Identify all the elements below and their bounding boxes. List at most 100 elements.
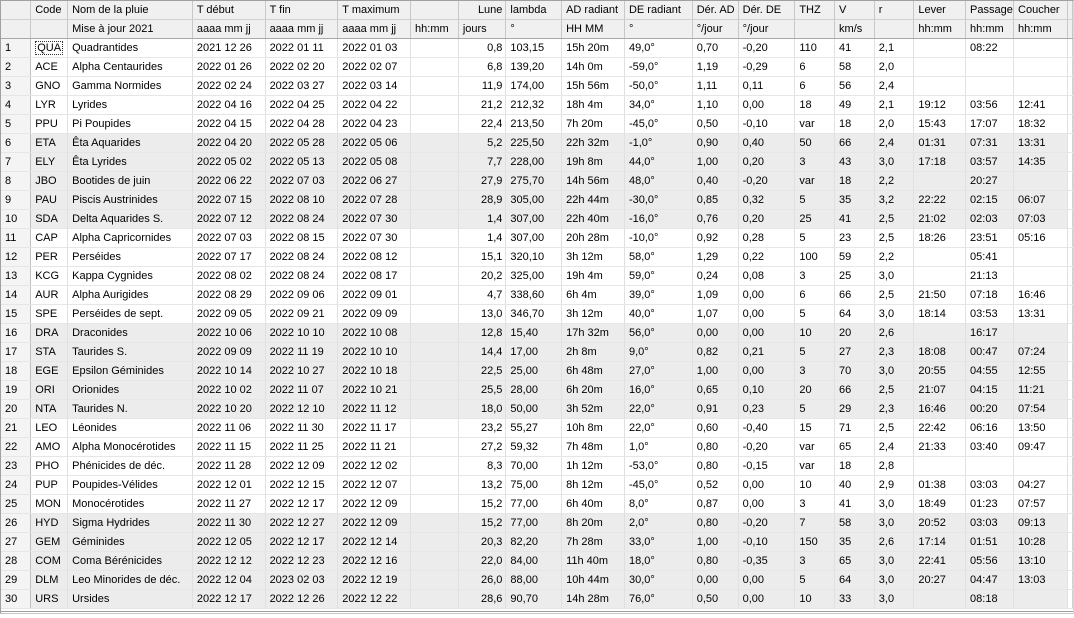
table-cell[interactable]: 2022 11 07 (265, 380, 339, 400)
table-cell[interactable]: 33,0° (624, 532, 693, 552)
table-cell[interactable]: -16,0° (624, 209, 693, 229)
table-cell[interactable]: 18:32 (1013, 114, 1068, 134)
table-cell[interactable]: Géminides (67, 532, 193, 552)
table-cell[interactable] (410, 494, 459, 514)
table-cell[interactable]: 2022 10 08 (337, 323, 412, 343)
column-header[interactable]: Dér. AD (692, 1, 739, 20)
column-header[interactable]: DE radiant (624, 1, 693, 20)
table-cell[interactable]: -10,0° (624, 228, 693, 248)
table-cell[interactable]: 03:03 (965, 513, 1015, 533)
table-cell[interactable] (965, 57, 1015, 77)
table-cell[interactable] (410, 532, 459, 552)
table-cell[interactable]: ELY (30, 152, 69, 172)
table-cell[interactable]: -0,10 (738, 532, 796, 552)
table-cell[interactable]: 2022 10 10 (265, 323, 339, 343)
table-cell[interactable]: 0,00 (738, 285, 796, 305)
table-cell[interactable]: 03:03 (965, 475, 1015, 495)
table-cell[interactable]: 2022 05 13 (265, 152, 339, 172)
table-cell[interactable]: 325,00 (505, 266, 563, 286)
table-cell[interactable]: 16:46 (913, 399, 967, 419)
table-cell[interactable]: Taurides S. (67, 342, 193, 362)
table-cell[interactable]: -50,0° (624, 76, 693, 96)
table-cell[interactable]: 18,0 (458, 399, 507, 419)
table-cell[interactable]: 01:38 (913, 475, 967, 495)
table-cell[interactable]: Sigma Hydrides (67, 513, 193, 533)
table-cell[interactable]: 35 (834, 532, 875, 552)
table-cell[interactable]: 10h 44m (561, 570, 625, 590)
table-cell[interactable]: 3 (794, 494, 836, 514)
table-cell[interactable]: 3h 52m (561, 399, 625, 419)
table-cell[interactable]: 2022 02 24 (192, 76, 266, 96)
table-cell[interactable]: 15,1 (458, 247, 507, 267)
table-cell[interactable]: 7h 28m (561, 532, 625, 552)
table-cell[interactable]: 13:31 (1013, 133, 1068, 153)
table-cell[interactable]: 9,0° (624, 342, 693, 362)
table-cell[interactable]: 228,00 (505, 152, 563, 172)
table-cell[interactable]: 2,3 (874, 399, 915, 419)
table-cell[interactable]: 15:43 (913, 114, 967, 134)
table-row[interactable]: 17 STA Taurides S. 2022 09 09 2022 11 19 2022… (1, 342, 1073, 362)
table-cell[interactable]: 2,5 (874, 380, 915, 400)
table-cell[interactable]: 2022 10 20 (192, 399, 266, 419)
table-cell[interactable]: 2022 12 09 (265, 456, 339, 476)
table-cell[interactable]: 2022 03 27 (265, 76, 339, 96)
table-cell[interactable]: 0,10 (738, 380, 796, 400)
table-cell[interactable]: 6 (794, 57, 836, 77)
table-cell[interactable]: 18:26 (913, 228, 967, 248)
table-cell[interactable]: 18 (834, 456, 875, 476)
table-cell[interactable]: LEO (30, 418, 69, 438)
table-cell[interactable]: 82,20 (505, 532, 563, 552)
table-cell[interactable]: 39,0° (624, 285, 693, 305)
table-cell[interactable]: 20:27 (965, 171, 1015, 191)
table-cell[interactable]: 23:51 (965, 228, 1015, 248)
table-cell[interactable]: 5 (794, 190, 836, 210)
table-cell[interactable]: 1,4 (458, 228, 507, 248)
table-cell[interactable]: 07:31 (965, 133, 1015, 153)
table-cell[interactable]: 11,9 (458, 76, 507, 96)
table-cell[interactable] (1013, 38, 1068, 58)
table-cell[interactable]: 12:41 (1013, 95, 1068, 115)
table-cell[interactable]: 05:16 (1013, 228, 1068, 248)
table-cell[interactable]: Epsilon Géminides (67, 361, 193, 381)
table-cell[interactable]: 0,21 (738, 342, 796, 362)
table-cell[interactable]: 07:57 (1013, 494, 1068, 514)
column-header[interactable]: V (834, 1, 875, 20)
table-cell[interactable]: 0,00 (692, 323, 739, 343)
table-cell[interactable]: COM (30, 551, 69, 571)
table-cell[interactable]: PHO (30, 456, 69, 476)
table-cell[interactable] (410, 152, 459, 172)
table-cell[interactable]: STA (30, 342, 69, 362)
table-cell[interactable]: 1,00 (692, 532, 739, 552)
table-row[interactable]: 21 LEO Léonides 2022 11 06 2022 11 30 2022 11… (1, 418, 1073, 438)
table-cell[interactable]: 59,0° (624, 266, 693, 286)
table-cell[interactable]: Léonides (67, 418, 193, 438)
table-cell[interactable]: 2022 11 17 (337, 418, 412, 438)
table-cell[interactable]: 01:51 (965, 532, 1015, 552)
table-cell[interactable]: 13,2 (458, 475, 507, 495)
table-cell[interactable]: 2022 12 14 (337, 532, 412, 552)
table-cell[interactable]: 0,80 (692, 437, 739, 457)
table-cell[interactable]: 2022 11 06 (192, 418, 266, 438)
column-header[interactable]: Lune (458, 1, 507, 20)
table-cell[interactable]: 0,52 (692, 475, 739, 495)
table-cell[interactable]: 3h 12m (561, 304, 625, 324)
table-cell[interactable]: AMO (30, 437, 69, 457)
table-cell[interactable]: 71 (834, 418, 875, 438)
table-cell[interactable]: 1,29 (692, 247, 739, 267)
table-cell[interactable]: 5,2 (458, 133, 507, 153)
table-cell[interactable]: 16:17 (965, 323, 1015, 343)
table-cell[interactable]: 2022 10 10 (337, 342, 412, 362)
table-cell[interactable]: 0,82 (692, 342, 739, 362)
table-cell[interactable]: 14h 28m (561, 589, 625, 609)
table-cell[interactable]: 30,0° (624, 570, 693, 590)
table-cell[interactable]: 70,00 (505, 456, 563, 476)
table-cell[interactable]: 21:02 (913, 209, 967, 229)
table-cell[interactable]: 3 (794, 361, 836, 381)
table-cell[interactable]: 04:47 (965, 570, 1015, 590)
table-cell[interactable]: 35 (834, 190, 875, 210)
table-cell[interactable]: 6h 4m (561, 285, 625, 305)
table-cell[interactable]: NTA (30, 399, 69, 419)
table-cell[interactable]: 00:20 (965, 399, 1015, 419)
table-cell[interactable]: 7,7 (458, 152, 507, 172)
table-cell[interactable]: 6,8 (458, 57, 507, 77)
